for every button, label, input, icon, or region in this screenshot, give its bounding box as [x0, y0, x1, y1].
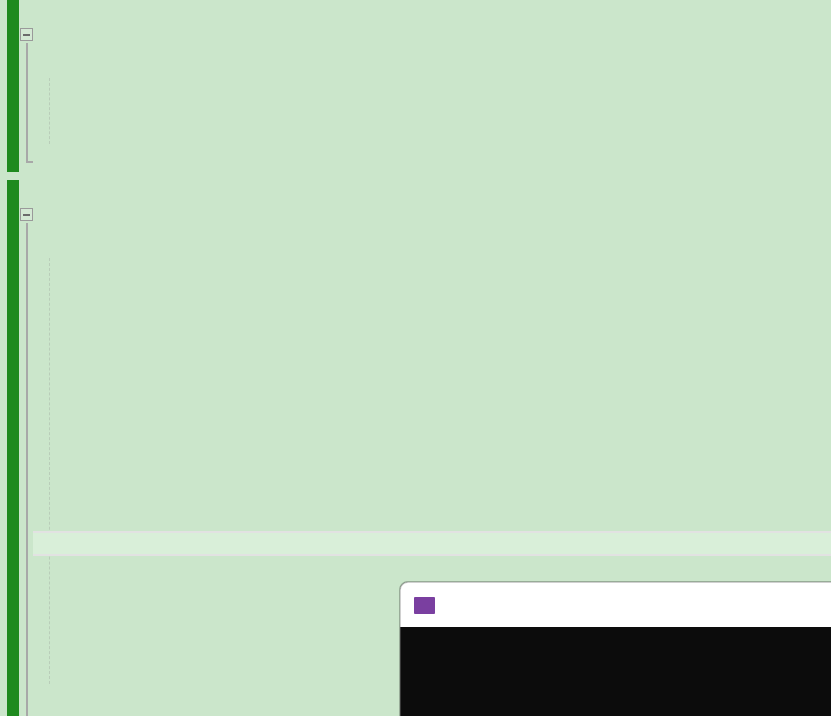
- change-marker-bar-func2: [7, 0, 19, 172]
- outline-foot-func2: [26, 161, 33, 163]
- indent-guide-func2: [49, 78, 50, 144]
- console-title-bar[interactable]: [400, 582, 831, 627]
- outline-line-main: [26, 223, 28, 716]
- console-cmd-icon: [414, 596, 435, 614]
- collapse-toggle-func2[interactable]: [20, 28, 33, 41]
- indent-guide-main: [49, 258, 50, 684]
- console-icon-glyph: [414, 597, 435, 614]
- collapse-toggle-main[interactable]: [20, 208, 33, 221]
- outline-line-func2: [26, 43, 28, 161]
- current-line-highlight: [33, 531, 831, 556]
- change-marker-bar-main: [7, 180, 19, 716]
- console-output-area[interactable]: [400, 627, 831, 716]
- screenshot-root: [0, 0, 831, 716]
- debug-console-window[interactable]: [400, 582, 831, 716]
